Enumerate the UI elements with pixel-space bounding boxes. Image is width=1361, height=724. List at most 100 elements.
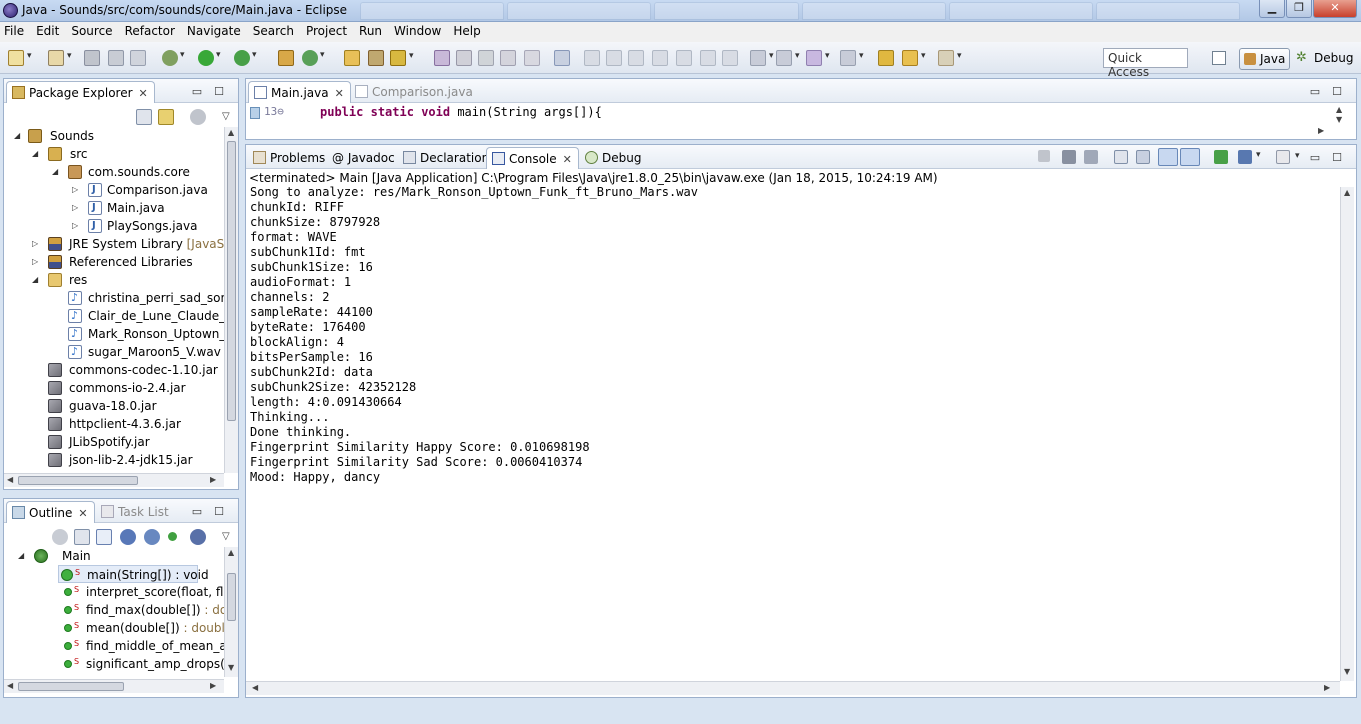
menu-file[interactable]: File	[0, 22, 30, 38]
minimize-icon[interactable]: ▭	[1308, 85, 1322, 98]
breakpoint-marker[interactable]	[250, 107, 260, 119]
horizontal-scrollbar[interactable]: ▶	[246, 125, 1332, 139]
open-perspective-icon[interactable]	[1212, 51, 1226, 65]
suspend-icon[interactable]	[606, 50, 622, 66]
menu-edit[interactable]: Edit	[30, 22, 65, 38]
terminate-icon[interactable]	[628, 50, 644, 66]
tree-item-jar[interactable]: commons-io-2.4.jar	[14, 379, 186, 397]
new-java-package-icon[interactable]	[278, 50, 294, 66]
tab-javadoc[interactable]: @ Javadoc	[326, 147, 401, 169]
step-return-icon[interactable]	[722, 50, 738, 66]
open-task-icon[interactable]	[368, 50, 384, 66]
tab-comparison-java[interactable]: Comparison.java	[350, 81, 479, 103]
tab-task-list[interactable]: Task List	[96, 501, 175, 523]
run-external-tools-icon[interactable]	[234, 50, 257, 66]
skip-breakpoints-icon[interactable]	[554, 50, 570, 66]
debug-icon[interactable]	[162, 50, 185, 66]
vertical-scrollbar[interactable]: ▲ ▼	[1340, 187, 1354, 681]
tree-item-method[interactable]: Ssignificant_amp_drops(double[]) : int	[58, 655, 224, 673]
scroll-up-icon[interactable]: ▲	[1336, 105, 1342, 114]
scrollbar-thumb[interactable]	[18, 682, 124, 691]
collapse-arrow-icon[interactable]: ◢	[32, 145, 42, 163]
expand-arrow-icon[interactable]: ▷	[32, 235, 42, 253]
search-icon[interactable]	[390, 50, 414, 66]
show-whitespace-icon[interactable]	[500, 50, 516, 66]
tree-item-method[interactable]: Sfind_middle_of_mean_and_max(double[]) :…	[58, 637, 224, 655]
tree-item-jar[interactable]: JLibSpotify.jar	[14, 433, 150, 451]
tree-item-method[interactable]: Sfind_max(double[]) : double	[58, 601, 224, 619]
close-icon[interactable]: ✕	[335, 87, 344, 100]
view-menu-icon[interactable]	[190, 109, 206, 125]
hide-fields-icon[interactable]	[120, 529, 136, 545]
tree-item-method[interactable]: Smean(double[]) : double	[58, 619, 224, 637]
resume-icon[interactable]	[584, 50, 600, 66]
debug-perspective-button[interactable]: Debug	[1296, 48, 1353, 70]
tree-item-wav[interactable]: christina_perri_sad_song.wav	[14, 289, 226, 307]
save-icon[interactable]	[84, 50, 100, 66]
print-icon[interactable]	[130, 50, 146, 66]
collapse-arrow-icon[interactable]: ◢	[32, 271, 42, 289]
tree-item-jar[interactable]: guava-18.0.jar	[14, 397, 157, 415]
scroll-down-icon[interactable]: ▼	[1336, 115, 1342, 124]
scrollbar-thumb[interactable]	[227, 573, 236, 621]
java-perspective-button[interactable]: Java	[1239, 48, 1290, 70]
collapse-arrow-icon[interactable]: ◢	[14, 127, 24, 145]
minimize-button[interactable]: ▁	[1259, 0, 1285, 18]
tree-item-wav[interactable]: Mark_Ronson_Uptown_Funk_ft_Bruno_Mars.wa…	[14, 325, 226, 343]
new-java-class-icon[interactable]	[302, 50, 325, 66]
tree-item-jar[interactable]: commons-codec-1.10.jar	[14, 361, 218, 379]
expand-arrow-icon[interactable]: ▷	[72, 181, 82, 199]
tree-item-jre[interactable]: ▷JRE System Library [JavaSE-1.8]	[14, 235, 226, 253]
collapse-all-icon[interactable]	[74, 529, 90, 545]
sort-icon[interactable]	[96, 529, 112, 545]
scroll-up-icon[interactable]: ▲	[228, 548, 234, 557]
scroll-up-icon[interactable]: ▲	[228, 128, 234, 137]
tree-item-jar[interactable]: json-lib-2.4-jdk15.jar	[14, 451, 193, 469]
scroll-up-icon[interactable]: ▲	[1344, 188, 1350, 197]
scroll-left-icon[interactable]: ◀	[7, 681, 13, 690]
expand-arrow-icon[interactable]: ▷	[72, 217, 82, 235]
minimize-icon[interactable]: ▭	[190, 85, 204, 98]
tree-item-playsongs[interactable]: ▷PlaySongs.java	[14, 217, 197, 235]
show-on-stderr-icon[interactable]	[1180, 148, 1200, 166]
back-to-icon[interactable]	[878, 50, 894, 66]
tree-item-method-selected[interactable]: Smain(String[]) : void	[58, 565, 209, 583]
chevron-down-icon[interactable]: ▽	[222, 111, 230, 122]
toggle-block-selection-icon[interactable]	[456, 50, 472, 66]
menu-help[interactable]: Help	[447, 22, 486, 38]
scroll-right-icon[interactable]: ▶	[210, 681, 216, 690]
menu-project[interactable]: Project	[300, 22, 353, 38]
display-console-icon[interactable]	[1238, 150, 1261, 164]
vertical-scrollbar[interactable]: ▲ ▼	[224, 547, 238, 677]
scroll-left-icon[interactable]: ◀	[252, 683, 258, 692]
hide-nonpublic-icon[interactable]	[168, 532, 177, 541]
close-icon[interactable]: ✕	[78, 507, 87, 520]
close-icon[interactable]: ✕	[139, 87, 148, 100]
tab-package-explorer[interactable]: Package Explorer ✕	[6, 81, 155, 103]
menu-run[interactable]: Run	[353, 22, 388, 38]
quick-access-input[interactable]: Quick Access	[1103, 48, 1188, 79]
open-type-icon[interactable]	[344, 50, 360, 66]
scroll-left-icon[interactable]: ◀	[7, 475, 13, 484]
menu-window[interactable]: Window	[388, 22, 447, 38]
chevron-down-icon[interactable]: ▽	[222, 531, 230, 542]
clear-console-icon[interactable]	[1114, 150, 1128, 164]
expand-arrow-icon[interactable]: ▷	[32, 253, 42, 271]
collapse-all-icon[interactable]	[136, 109, 152, 125]
maximize-icon[interactable]: ☐	[1330, 151, 1344, 164]
scroll-right-icon[interactable]: ▶	[210, 475, 216, 484]
scroll-lock-icon[interactable]	[1136, 150, 1150, 164]
tree-item-referenced-libraries[interactable]: ▷ Referenced Libraries	[14, 253, 193, 271]
minimize-icon[interactable]: ▭	[1308, 151, 1322, 164]
tree-item-comparison[interactable]: ▷Comparison.java	[14, 181, 208, 199]
tree-item-res[interactable]: ◢ res	[14, 271, 87, 289]
open-console-icon[interactable]	[1276, 150, 1300, 164]
scroll-down-icon[interactable]: ▼	[1344, 667, 1350, 676]
forward-icon[interactable]	[938, 50, 962, 66]
maximize-icon[interactable]: ☐	[212, 505, 226, 518]
tab-problems[interactable]: Problems	[248, 147, 331, 169]
maximize-icon[interactable]: ☐	[1330, 85, 1344, 98]
new-icon[interactable]	[8, 50, 32, 66]
pin-editor-icon[interactable]	[840, 50, 864, 66]
maximize-icon[interactable]: ☐	[212, 85, 226, 98]
